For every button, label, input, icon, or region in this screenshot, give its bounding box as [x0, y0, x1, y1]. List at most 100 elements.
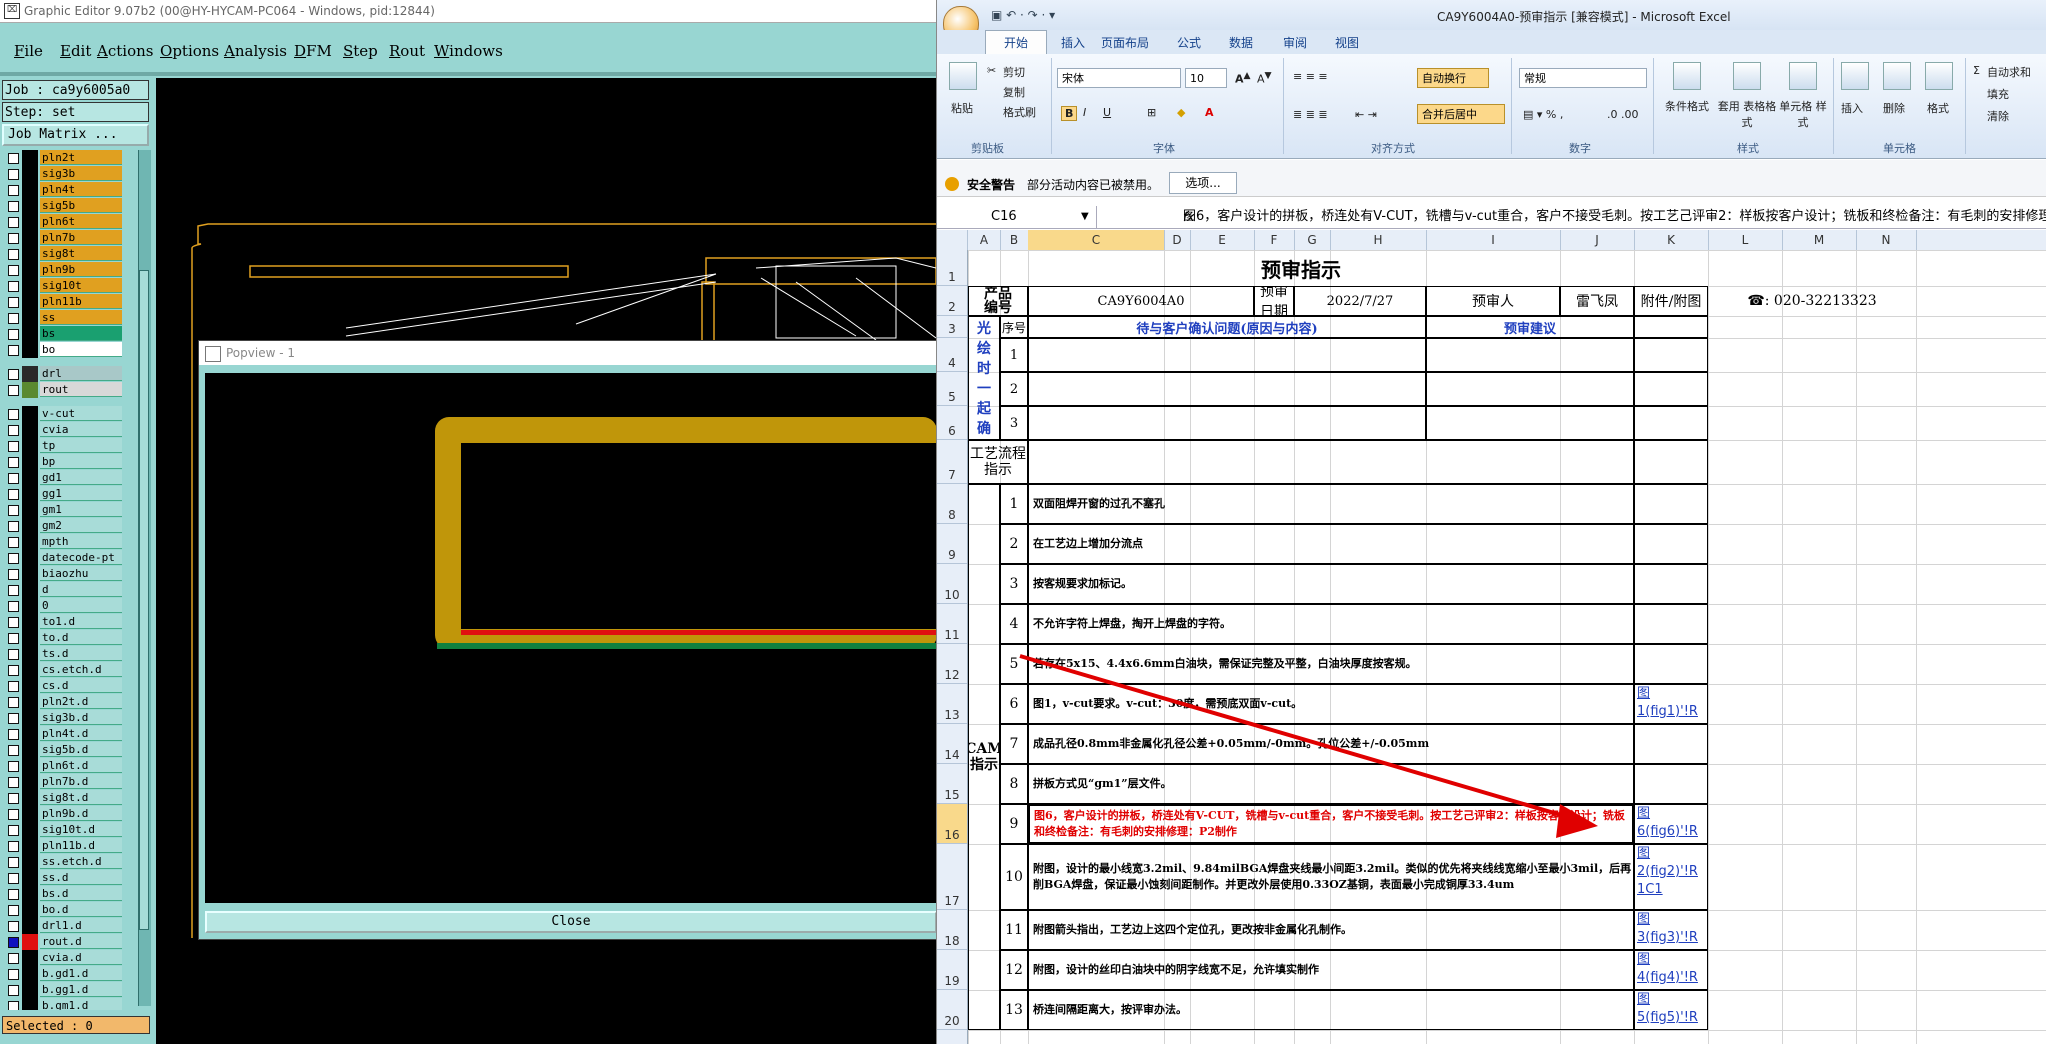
decimal-icon[interactable]: .0 .00	[1607, 108, 1639, 121]
font-color-icon[interactable]: A	[1205, 106, 1214, 119]
layer-color-swatch[interactable]	[22, 262, 38, 278]
layer-name[interactable]: rout	[40, 382, 122, 397]
column-header[interactable]: L	[1708, 230, 1783, 250]
layer-row[interactable]: gm2	[2, 518, 152, 534]
column-header[interactable]: H	[1330, 230, 1427, 250]
layer-name[interactable]: ss.d	[40, 870, 122, 885]
layer-color-swatch[interactable]	[22, 726, 38, 742]
layer-checkbox[interactable]	[8, 569, 19, 580]
layer-row[interactable]: sig8t.d	[2, 790, 152, 806]
layer-color-swatch[interactable]	[22, 870, 38, 886]
cut-icon[interactable]: ✂	[987, 64, 996, 77]
step-text[interactable]: 附图，设计的最小线宽3.2mil、9.84milBGA焊盘夹线最小间距3.2mi…	[1028, 844, 1634, 910]
pending-advice-cell[interactable]	[1426, 406, 1634, 440]
row-header[interactable]: 14	[937, 724, 967, 764]
layer-name[interactable]: b.gm1.d	[40, 998, 122, 1010]
layer-checkbox[interactable]	[8, 889, 19, 900]
layer-row[interactable]: 0	[2, 598, 152, 614]
layer-checkbox[interactable]	[8, 873, 19, 884]
table-format-icon[interactable]	[1733, 62, 1761, 90]
layer-color-swatch[interactable]	[22, 854, 38, 870]
menu-rout[interactable]: Rout	[389, 42, 425, 60]
underline-button[interactable]: U	[1103, 106, 1111, 119]
layer-row[interactable]: mpth	[2, 534, 152, 550]
row-header[interactable]: 18	[937, 910, 967, 950]
layer-color-swatch[interactable]	[22, 758, 38, 774]
attachment-cell[interactable]	[1634, 406, 1708, 440]
layer-color-swatch[interactable]	[22, 598, 38, 614]
attachment-link[interactable]	[1634, 524, 1708, 564]
layer-row[interactable]: pln7b.d	[2, 774, 152, 790]
layer-row[interactable]: pln9b	[2, 262, 152, 278]
layer-name[interactable]: cs.d	[40, 678, 122, 693]
layer-checkbox[interactable]	[8, 153, 19, 164]
column-header[interactable]: N	[1856, 230, 1917, 250]
select-all-corner[interactable]	[937, 230, 968, 250]
pending-confirm-label[interactable]: 待确认光绘时一起确认问题	[968, 316, 1000, 440]
layer-name[interactable]: pln11b.d	[40, 838, 122, 853]
layer-checkbox[interactable]	[8, 905, 19, 916]
row-header[interactable]: 20	[937, 990, 967, 1030]
fill-color-icon[interactable]: ◆	[1177, 106, 1185, 119]
pending-seq[interactable]: 2	[1000, 372, 1028, 406]
layer-row[interactable]: rout	[2, 382, 152, 398]
layer-row[interactable]: cs.d	[2, 678, 152, 694]
layer-color-swatch[interactable]	[22, 310, 38, 326]
attachment-cell[interactable]	[1634, 372, 1708, 406]
number-format-select[interactable]: 常规	[1519, 68, 1647, 88]
step-number[interactable]: 12	[1000, 950, 1028, 990]
formula-input[interactable]: 图6，客户设计的拼板，桥连处有V-CUT，铣槽与v-cut重合，客户不接受毛刺。…	[1183, 206, 2046, 228]
row-header[interactable]: 5	[937, 372, 967, 406]
layer-color-swatch[interactable]	[22, 886, 38, 902]
layer-checkbox[interactable]	[8, 825, 19, 836]
row-header[interactable]: 13	[937, 684, 967, 724]
layer-color-swatch[interactable]	[22, 774, 38, 790]
layer-row[interactable]: gg1	[2, 486, 152, 502]
layer-row[interactable]: cvia	[2, 422, 152, 438]
layer-checkbox[interactable]	[8, 489, 19, 500]
layer-row[interactable]: bo.d	[2, 902, 152, 918]
layer-name[interactable]: sig10t.d	[40, 822, 122, 837]
attachment-cell[interactable]	[1634, 440, 1708, 484]
column-header[interactable]: D	[1164, 230, 1191, 250]
wrap-text-button[interactable]: 自动换行	[1417, 68, 1489, 88]
step-text[interactable]: 附图箭头指出，工艺边上这四个定位孔，更改按非金属化孔制作。	[1028, 910, 1634, 950]
layer-name[interactable]: ss.etch.d	[40, 854, 122, 869]
pending-advice-cell[interactable]	[1426, 372, 1634, 406]
layer-name[interactable]: gm2	[40, 518, 122, 533]
layer-color-swatch[interactable]	[22, 486, 38, 502]
table-format-button[interactable]: 套用 表格格式	[1717, 98, 1777, 130]
layer-name[interactable]: bo	[40, 342, 122, 357]
layer-name[interactable]: bo.d	[40, 902, 122, 917]
layer-row[interactable]: tp	[2, 438, 152, 454]
attachment-label[interactable]: 附件/附图	[1634, 286, 1708, 316]
layer-color-swatch[interactable]	[22, 246, 38, 262]
security-options-button[interactable]: 选项...	[1169, 172, 1237, 194]
menu-file[interactable]: File	[14, 42, 43, 60]
attachment-link[interactable]: 图 2(fig2)'!R 1C1	[1634, 844, 1708, 910]
row-header[interactable]: 1	[937, 250, 967, 286]
popview-canvas[interactable]	[205, 373, 937, 903]
attachment-link[interactable]	[1634, 564, 1708, 604]
layer-row[interactable]: ss.etch.d	[2, 854, 152, 870]
step-text[interactable]: 图1，v-cut要求。v-cut：30度，需预底双面v-cut。	[1028, 684, 1634, 724]
layer-checkbox[interactable]	[8, 681, 19, 692]
phone-number[interactable]: ☎: 020-32213323	[1708, 286, 1916, 316]
layer-name[interactable]: sig5b.d	[40, 742, 122, 757]
tab-insert[interactable]: 插入	[1061, 34, 1085, 51]
layer-row[interactable]: bp	[2, 454, 152, 470]
layer-checkbox[interactable]	[8, 969, 19, 980]
layer-row[interactable]: pln4t	[2, 182, 152, 198]
layer-checkbox[interactable]	[8, 777, 19, 788]
layer-color-swatch[interactable]	[22, 166, 38, 182]
layer-color-swatch[interactable]	[22, 198, 38, 214]
column-header[interactable]: C	[1028, 230, 1165, 250]
layer-color-swatch[interactable]	[22, 182, 38, 198]
paste-icon[interactable]	[949, 62, 977, 90]
attachment-link[interactable]: 图 6(fig6)'!R	[1634, 804, 1708, 844]
layer-checkbox[interactable]	[8, 369, 19, 380]
layer-row[interactable]: bs	[2, 326, 152, 342]
layer-checkbox[interactable]	[8, 217, 19, 228]
step-text[interactable]: 桥连间隔距离大，按评审办法。	[1028, 990, 1634, 1030]
layer-checkbox[interactable]	[8, 345, 19, 356]
